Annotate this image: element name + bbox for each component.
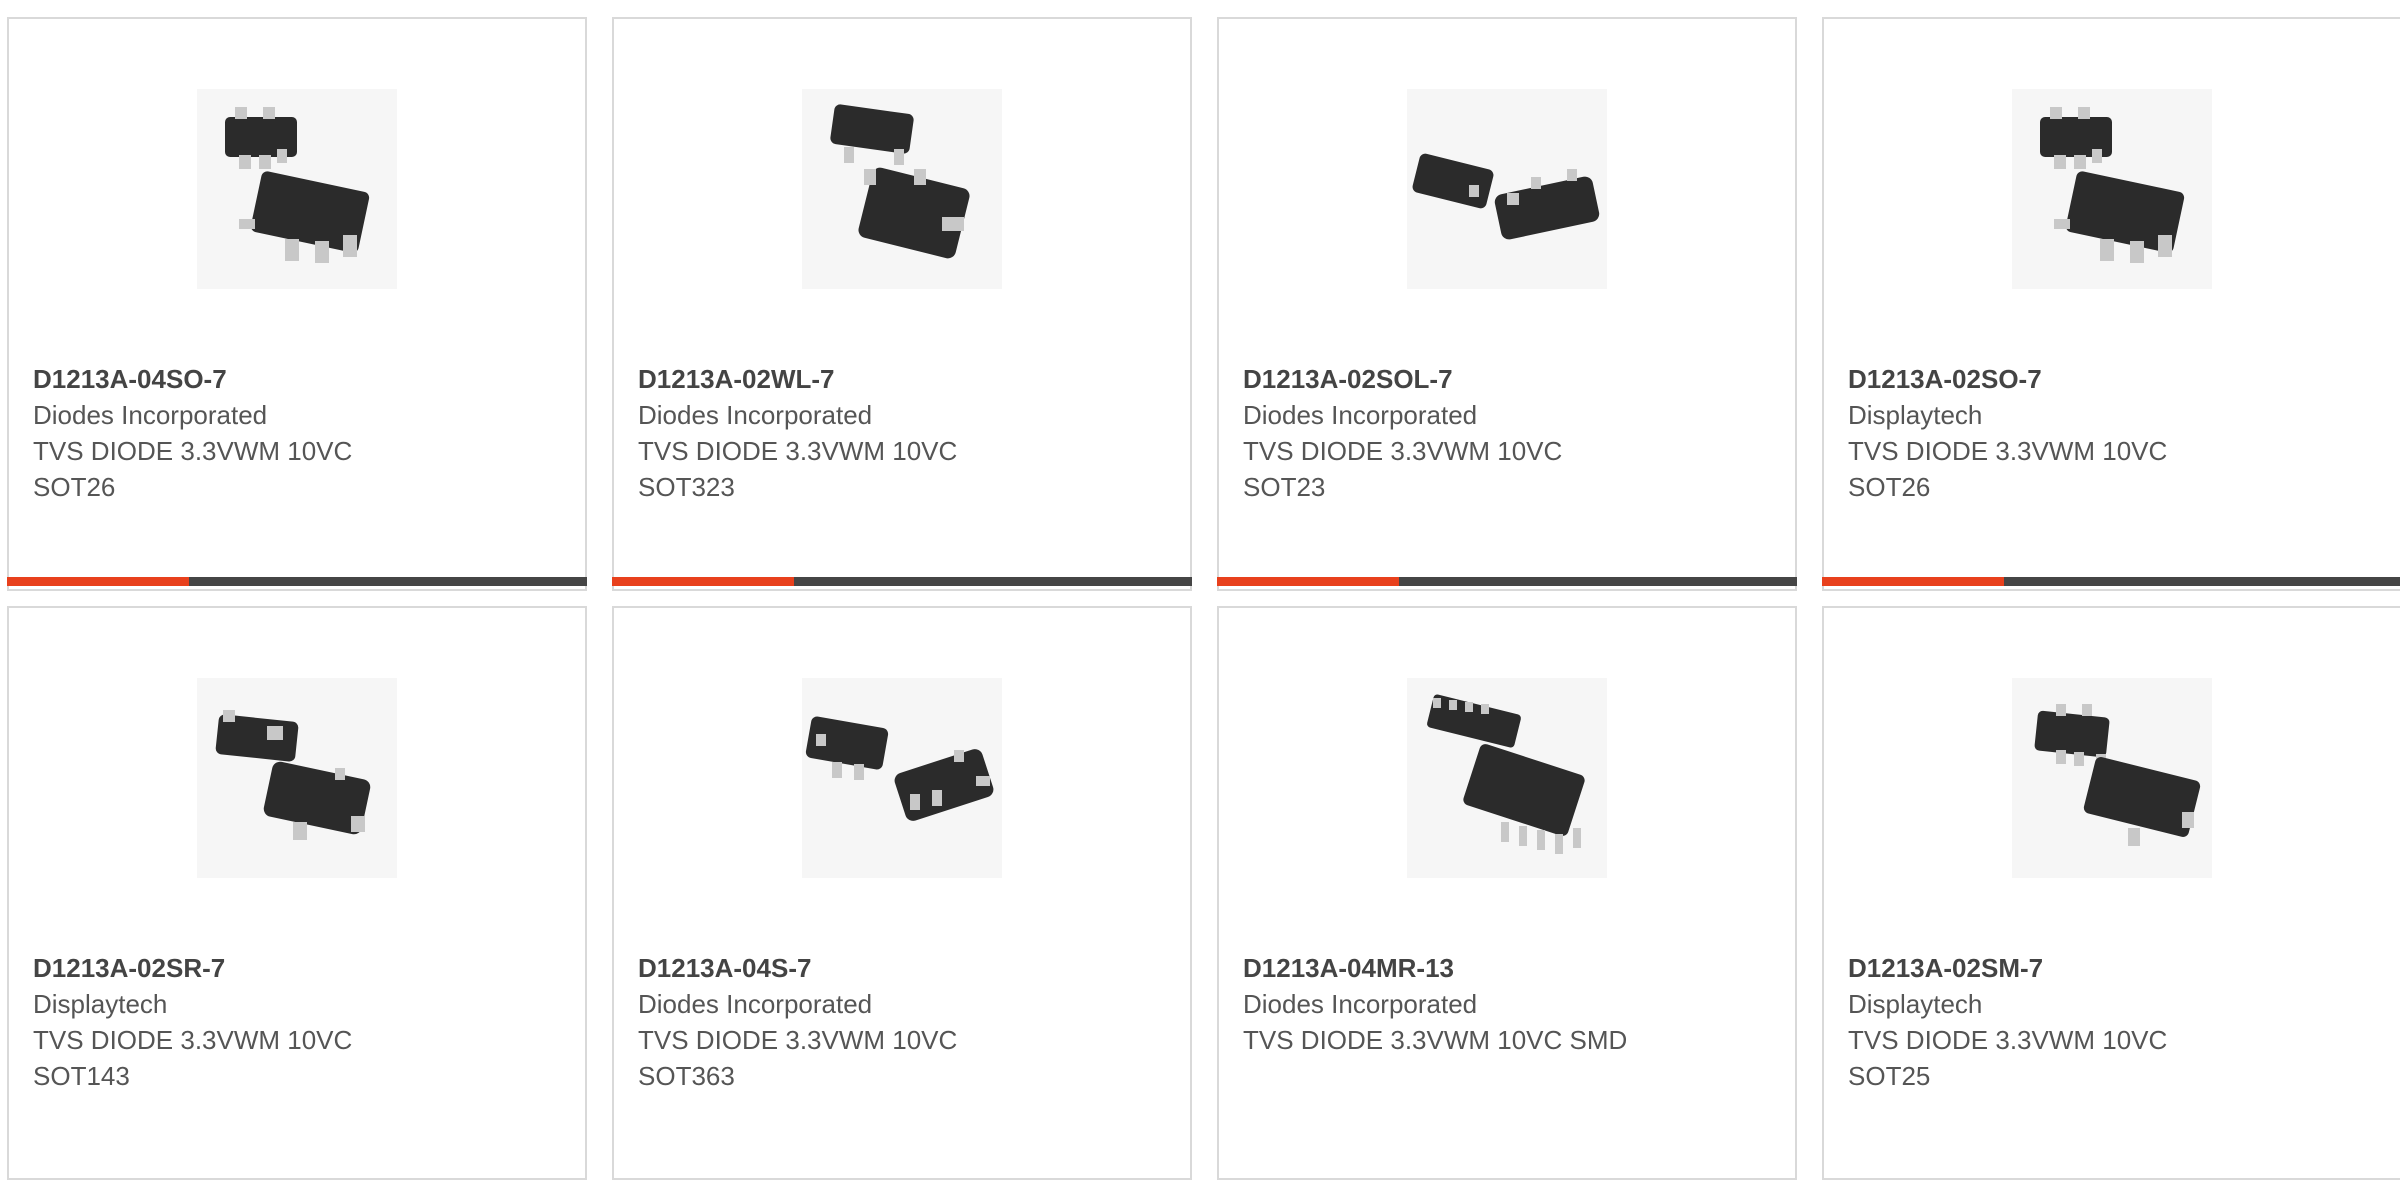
description-line: TVS DIODE 3.3VWM 10VC <box>1243 436 1563 466</box>
manufacturer: Diodes Incorporated <box>33 400 268 430</box>
msop-package-icon <box>1407 678 1607 878</box>
part-number-link[interactable]: D1213A-02WL-7 <box>638 361 1180 397</box>
product-card[interactable]: D1213A-04S-7 Diodes Incorporated TVS DIO… <box>612 606 1192 1180</box>
card-footer-bar <box>7 577 587 586</box>
accent-strip <box>1217 577 1399 586</box>
product-grid: D1213A-04SO-7 Diodes Incorporated TVS DI… <box>7 17 2400 1180</box>
description-line: TVS DIODE 3.3VWM 10VC <box>33 436 353 466</box>
part-number-link[interactable]: D1213A-02SO-7 <box>1848 361 2390 397</box>
package-label: SOT323 <box>638 472 735 502</box>
product-card[interactable]: D1213A-02SR-7 Displaytech TVS DIODE 3.3V… <box>7 606 587 1180</box>
description-line: TVS DIODE 3.3VWM 10VC <box>638 1025 958 1055</box>
part-number-link[interactable]: D1213A-02SOL-7 <box>1243 361 1785 397</box>
package-label: SOT363 <box>638 1061 735 1091</box>
sot23-package-icon <box>1407 89 1607 289</box>
sot25-package-icon <box>2012 678 2212 878</box>
accent-strip <box>612 577 794 586</box>
accent-strip <box>1822 577 2004 586</box>
manufacturer: Displaytech <box>1848 400 1983 430</box>
package-label: SOT143 <box>33 1061 130 1091</box>
description-line: TVS DIODE 3.3VWM 10VC <box>638 436 958 466</box>
package-label: SOT26 <box>1848 472 1931 502</box>
product-card[interactable]: D1213A-02SM-7 Displaytech TVS DIODE 3.3V… <box>1822 606 2400 1180</box>
product-card[interactable]: D1213A-02WL-7 Diodes Incorporated TVS DI… <box>612 17 1192 591</box>
sot26-package-icon <box>2012 89 2212 289</box>
part-number-link[interactable]: D1213A-04MR-13 <box>1243 950 1785 986</box>
manufacturer: Displaytech <box>33 989 168 1019</box>
description-line: TVS DIODE 3.3VWM 10VC <box>1848 436 2168 466</box>
manufacturer: Diodes Incorporated <box>1243 989 1478 1019</box>
card-footer-bar <box>1217 577 1797 586</box>
part-number-link[interactable]: D1213A-04SO-7 <box>33 361 575 397</box>
part-number-link[interactable]: D1213A-02SR-7 <box>33 950 575 986</box>
sot26-package-icon <box>197 89 397 289</box>
product-card[interactable]: D1213A-04SO-7 Diodes Incorporated TVS DI… <box>7 17 587 591</box>
manufacturer: Diodes Incorporated <box>638 989 873 1019</box>
product-card[interactable]: D1213A-02SOL-7 Diodes Incorporated TVS D… <box>1217 17 1797 591</box>
description-line: TVS DIODE 3.3VWM 10VC <box>33 1025 353 1055</box>
part-number-link[interactable]: D1213A-02SM-7 <box>1848 950 2390 986</box>
card-footer-bar <box>1822 577 2400 586</box>
manufacturer: Displaytech <box>1848 989 1983 1019</box>
package-label: SOT23 <box>1243 472 1326 502</box>
sot363-package-icon <box>802 678 1002 878</box>
card-footer-bar <box>612 577 1192 586</box>
package-label: SOT26 <box>33 472 116 502</box>
description-line: TVS DIODE 3.3VWM 10VC <box>1848 1025 2168 1055</box>
manufacturer: Diodes Incorporated <box>1243 400 1478 430</box>
package-label: SOT25 <box>1848 1061 1931 1091</box>
sot323-package-icon <box>802 89 1002 289</box>
sot143-package-icon <box>197 678 397 878</box>
product-card[interactable]: D1213A-02SO-7 Displaytech TVS DIODE 3.3V… <box>1822 17 2400 591</box>
product-card[interactable]: D1213A-04MR-13 Diodes Incorporated TVS D… <box>1217 606 1797 1180</box>
manufacturer: Diodes Incorporated <box>638 400 873 430</box>
part-number-link[interactable]: D1213A-04S-7 <box>638 950 1180 986</box>
accent-strip <box>7 577 189 586</box>
description-line: TVS DIODE 3.3VWM 10VC SMD <box>1243 1025 1628 1055</box>
